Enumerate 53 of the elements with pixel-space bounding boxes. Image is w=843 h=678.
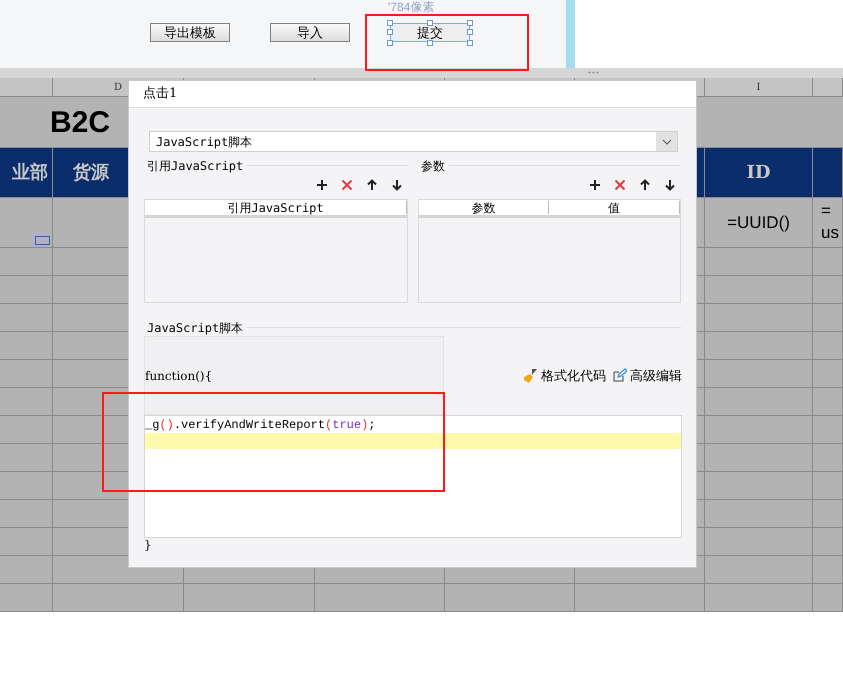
type-dropdown[interactable]: JavaScript脚本 — [149, 131, 678, 152]
sheet-cell — [813, 528, 843, 556]
arrow-up-icon[interactable] — [366, 179, 378, 191]
delete-icon[interactable] — [614, 179, 626, 191]
toolbar-button[interactable]: 格式化代码 — [522, 366, 606, 386]
section-title: 参数 — [420, 158, 445, 174]
code-line: _g().verifyAndWriteReport(true); — [145, 417, 376, 433]
code-editor[interactable]: _g().verifyAndWriteReport(true); — [144, 415, 682, 538]
sheet-cell — [813, 304, 843, 332]
sheet-cell — [813, 332, 843, 360]
caret-icon — [662, 138, 672, 144]
add-icon[interactable] — [589, 179, 601, 191]
arrow-down-icon[interactable] — [391, 179, 403, 191]
delete-icon[interactable] — [341, 179, 353, 191]
arrow-down-icon[interactable] — [664, 179, 676, 191]
column-header-cell — [0, 78, 53, 97]
cell-text: = us — [820, 200, 839, 244]
sheet-cell — [813, 416, 843, 444]
sheet-title: B2C — [50, 104, 110, 140]
resize-handle[interactable] — [427, 20, 433, 26]
column-header[interactable]: 参数 — [419, 201, 549, 214]
column-header[interactable]: 值 — [549, 201, 680, 214]
cell-marker — [35, 236, 50, 245]
resize-handle[interactable] — [427, 40, 433, 46]
size-label: '784像素 — [388, 1, 434, 14]
form-button[interactable]: 导入 — [270, 23, 350, 42]
sheet-cell — [813, 360, 843, 388]
arrow-up-icon[interactable] — [639, 179, 651, 191]
sheet-cell — [813, 500, 843, 528]
header-cell: ID — [705, 148, 813, 198]
code-line: } — [144, 538, 152, 552]
form-button[interactable]: 提交 — [390, 23, 470, 42]
sheet-cell — [813, 276, 843, 304]
toolbar-button[interactable]: 高级编辑 — [612, 366, 682, 386]
sheet-cell — [813, 556, 843, 584]
edit-icon — [612, 368, 627, 383]
sheet-cell — [0, 556, 53, 584]
sheet-cell — [813, 472, 843, 500]
cell-text: =UUID() — [727, 212, 790, 234]
column-header-cell — [813, 78, 843, 97]
sheet-cell — [813, 388, 843, 416]
panel-edge — [566, 0, 575, 68]
sheet-cell — [0, 584, 53, 612]
sheet-cell — [813, 444, 843, 472]
broom-icon — [522, 368, 538, 384]
code-line: function(){ — [145, 368, 212, 384]
add-icon[interactable] — [316, 179, 328, 191]
column-header[interactable]: I — [705, 78, 813, 97]
sheet-cell — [813, 584, 843, 612]
grip-icon — [588, 71, 599, 74]
section-title: JavaScript脚本 — [146, 320, 244, 336]
form-button[interactable]: 导出模板 — [150, 23, 230, 42]
header-cell: 业部 — [0, 148, 53, 198]
